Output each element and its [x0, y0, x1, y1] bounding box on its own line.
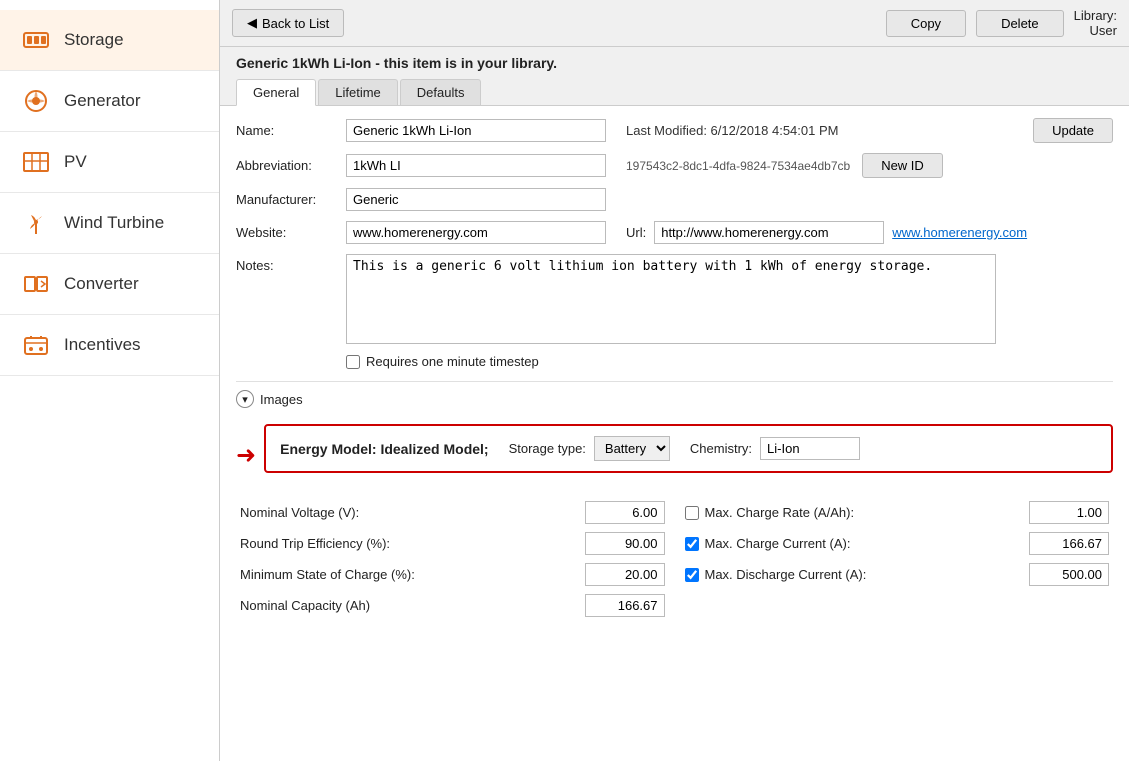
wind-icon	[20, 207, 52, 239]
manufacturer-label: Manufacturer:	[236, 192, 346, 207]
website-input[interactable]	[346, 221, 606, 244]
last-modified-text: Last Modified: 6/12/2018 4:54:01 PM	[626, 123, 1033, 138]
manufacturer-row: Manufacturer:	[236, 188, 1113, 211]
incentives-icon	[20, 329, 52, 361]
generator-icon	[20, 85, 52, 117]
red-arrow-icon: ➜	[236, 441, 256, 470]
nominal-voltage-row: Nominal Voltage (V):	[240, 501, 665, 524]
checkbox-row: Requires one minute timestep	[236, 354, 1113, 369]
max-discharge-input[interactable]	[1029, 563, 1109, 586]
sidebar-label-wind-turbine: Wind Turbine	[64, 213, 164, 233]
energy-model-section: Energy Model: Idealized Model; Storage t…	[264, 424, 1113, 473]
min-state-row: Minimum State of Charge (%):	[240, 563, 665, 586]
max-charge-rate-checkbox[interactable]	[685, 506, 699, 520]
params-grid: Nominal Voltage (V): Max. Charge Rate (A…	[240, 501, 1109, 617]
sidebar: Storage Generator	[0, 0, 220, 761]
images-label: Images	[260, 392, 303, 407]
manufacturer-input[interactable]	[346, 188, 606, 211]
nominal-capacity-label: Nominal Capacity (Ah)	[240, 598, 579, 613]
tab-lifetime[interactable]: Lifetime	[318, 79, 398, 105]
storage-type-label: Storage type:	[509, 441, 586, 456]
content-area: ◀ Back to List Copy Delete Library: User…	[220, 0, 1129, 761]
abbreviation-label: Abbreviation:	[236, 158, 346, 173]
images-section: ▾ Images	[236, 381, 1113, 412]
max-discharge-row: Max. Discharge Current (A):	[685, 563, 1110, 586]
storage-type-select[interactable]: Battery	[594, 436, 670, 461]
top-bar: ◀ Back to List Copy Delete Library: User	[220, 0, 1129, 47]
sidebar-item-generator[interactable]: Generator	[0, 71, 219, 132]
sidebar-item-pv[interactable]: PV	[0, 132, 219, 193]
max-charge-rate-label: Max. Charge Rate (A/Ah):	[705, 505, 1024, 520]
sidebar-label-generator: Generator	[64, 91, 141, 111]
pv-icon	[20, 146, 52, 178]
back-arrow-icon: ◀	[247, 15, 257, 31]
round-trip-row: Round Trip Efficiency (%):	[240, 532, 665, 555]
notes-textarea[interactable]: This is a generic 6 volt lithium ion bat…	[346, 254, 996, 344]
max-discharge-label: Max. Discharge Current (A):	[705, 567, 1024, 582]
chemistry-row: Chemistry:	[690, 437, 860, 460]
chemistry-label: Chemistry:	[690, 441, 752, 456]
images-chevron-icon: ▾	[236, 390, 254, 408]
max-charge-current-checkbox[interactable]	[685, 537, 699, 551]
name-input[interactable]	[346, 119, 606, 142]
item-header: Generic 1kWh Li-Ion - this item is in yo…	[220, 47, 1129, 79]
url-input[interactable]	[654, 221, 884, 244]
sidebar-item-storage[interactable]: Storage	[0, 10, 219, 71]
sidebar-item-wind-turbine[interactable]: Wind Turbine	[0, 193, 219, 254]
tabs-container: General Lifetime Defaults	[220, 79, 1129, 106]
back-to-list-button[interactable]: ◀ Back to List	[232, 9, 344, 37]
max-charge-rate-row: Max. Charge Rate (A/Ah):	[685, 501, 1110, 524]
sidebar-item-incentives[interactable]: Incentives	[0, 315, 219, 376]
abbreviation-input[interactable]	[346, 154, 606, 177]
name-label: Name:	[236, 123, 346, 138]
sidebar-label-incentives: Incentives	[64, 335, 141, 355]
min-state-label: Minimum State of Charge (%):	[240, 567, 579, 582]
tab-defaults[interactable]: Defaults	[400, 79, 482, 105]
new-id-button[interactable]: New ID	[862, 153, 943, 178]
notes-row: Notes: This is a generic 6 volt lithium …	[236, 254, 1113, 344]
min-state-input[interactable]	[585, 563, 665, 586]
sidebar-item-converter[interactable]: Converter	[0, 254, 219, 315]
sidebar-label-pv: PV	[64, 152, 87, 172]
storage-icon	[20, 24, 52, 56]
nominal-voltage-input[interactable]	[585, 501, 665, 524]
round-trip-label: Round Trip Efficiency (%):	[240, 536, 579, 551]
back-label: Back to List	[262, 16, 329, 31]
images-toggle[interactable]: ▾ Images	[236, 390, 303, 408]
empty-row	[685, 594, 1110, 617]
timestep-checkbox[interactable]	[346, 355, 360, 369]
website-label: Website:	[236, 225, 346, 240]
abbreviation-row: Abbreviation: 197543c2-8dc1-4dfa-9824-75…	[236, 153, 1113, 178]
parameters-section: Nominal Voltage (V): Max. Charge Rate (A…	[236, 501, 1113, 617]
sidebar-label-storage: Storage	[64, 30, 124, 50]
website-row: Website: Url: www.homerenergy.com	[236, 221, 1113, 244]
notes-label: Notes:	[236, 254, 346, 273]
delete-button[interactable]: Delete	[976, 10, 1064, 37]
converter-icon	[20, 268, 52, 300]
timestep-label: Requires one minute timestep	[366, 354, 539, 369]
url-link[interactable]: www.homerenergy.com	[892, 225, 1027, 240]
chemistry-input[interactable]	[760, 437, 860, 460]
url-label: Url:	[626, 225, 646, 240]
update-button[interactable]: Update	[1033, 118, 1113, 143]
max-discharge-checkbox[interactable]	[685, 568, 699, 582]
max-charge-rate-input[interactable]	[1029, 501, 1109, 524]
nominal-capacity-row: Nominal Capacity (Ah)	[240, 594, 665, 617]
library-label: Library: User	[1074, 8, 1117, 38]
sidebar-label-converter: Converter	[64, 274, 139, 294]
id-text: 197543c2-8dc1-4dfa-9824-7534ae4db7cb	[626, 159, 850, 173]
tab-general[interactable]: General	[236, 79, 316, 106]
nominal-voltage-label: Nominal Voltage (V):	[240, 505, 579, 520]
name-row: Name: Last Modified: 6/12/2018 4:54:01 P…	[236, 118, 1113, 143]
max-charge-current-label: Max. Charge Current (A):	[705, 536, 1024, 551]
storage-type-row: Storage type: Battery	[509, 436, 670, 461]
energy-model-wrapper: ➜ Energy Model: Idealized Model; Storage…	[236, 424, 1113, 487]
max-charge-current-input[interactable]	[1029, 532, 1109, 555]
energy-model-label: Energy Model: Idealized Model;	[280, 441, 488, 457]
nominal-capacity-input[interactable]	[585, 594, 665, 617]
copy-button[interactable]: Copy	[886, 10, 966, 37]
round-trip-input[interactable]	[585, 532, 665, 555]
form-area: Name: Last Modified: 6/12/2018 4:54:01 P…	[220, 106, 1129, 761]
max-charge-current-row: Max. Charge Current (A):	[685, 532, 1110, 555]
